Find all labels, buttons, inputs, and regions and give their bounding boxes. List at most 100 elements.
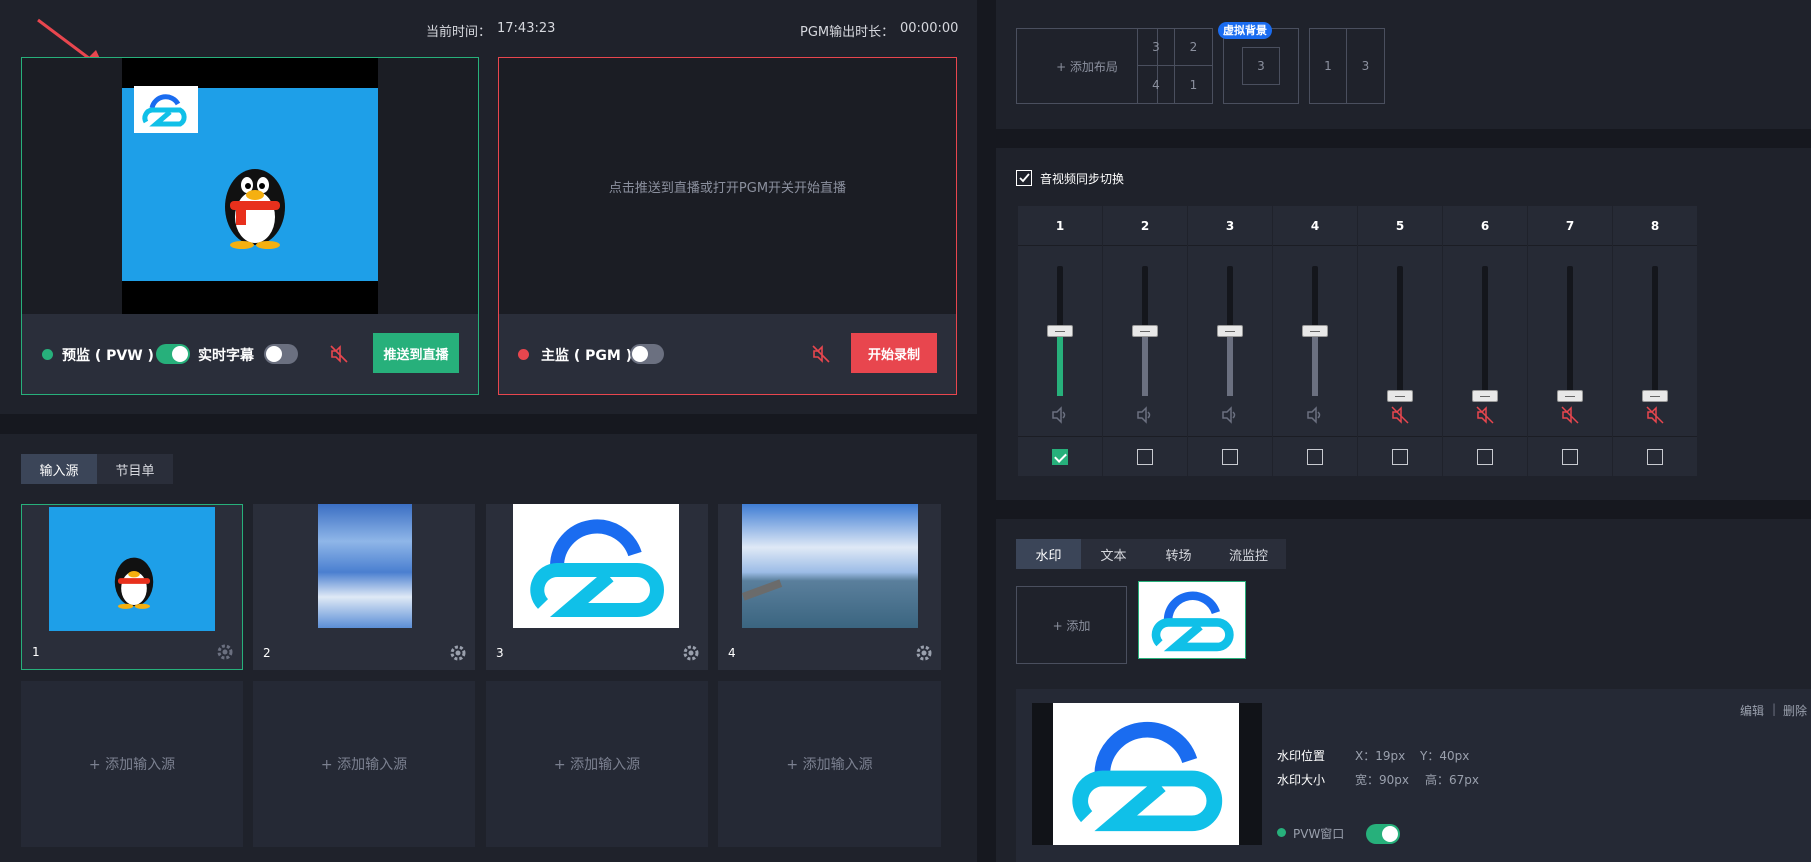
channel-select xyxy=(1103,436,1187,476)
tab-watermark[interactable]: 水印 xyxy=(1016,539,1081,569)
source-thumbnail xyxy=(513,504,679,628)
muted-speaker-icon[interactable] xyxy=(1476,406,1494,424)
start-recording-button[interactable]: 开始录制 xyxy=(851,333,937,373)
channel-checkbox[interactable] xyxy=(1137,448,1153,465)
volume-fader[interactable] xyxy=(1387,390,1413,402)
layout-cell: 2 xyxy=(1174,28,1213,66)
channel-checkbox[interactable] xyxy=(1647,448,1663,465)
delete-link[interactable]: 删除 xyxy=(1783,702,1807,719)
channel-checkbox[interactable] xyxy=(1052,448,1068,465)
volume-fader[interactable] xyxy=(1557,390,1583,402)
preview-video xyxy=(122,58,378,315)
channel-number: 6 xyxy=(1443,206,1527,246)
mixer-channel: 5 xyxy=(1358,206,1442,476)
speaker-icon[interactable] xyxy=(1221,406,1239,424)
program-toggle[interactable] xyxy=(630,344,664,364)
channel-select xyxy=(1188,436,1272,476)
watermark-size-label: 水印大小 xyxy=(1277,773,1326,787)
tab-input-sources[interactable]: 输入源 xyxy=(21,454,97,484)
layout-virtual-background[interactable]: 3 xyxy=(1223,28,1299,104)
gear-icon[interactable] xyxy=(682,644,700,662)
tab-stream-monitor[interactable]: 流监控 xyxy=(1211,539,1286,569)
tab-program-list[interactable]: 节目单 xyxy=(97,454,173,484)
preview-toggle[interactable] xyxy=(156,344,190,364)
watermark-width: 宽：90px xyxy=(1355,773,1409,787)
source-card[interactable]: 4 xyxy=(718,504,941,670)
pgm-duration-label: PGM输出时长： xyxy=(800,25,895,40)
cloud-watermark-icon xyxy=(134,86,198,133)
channel-checkbox[interactable] xyxy=(1222,448,1238,465)
source-card[interactable]: 2 xyxy=(253,504,475,670)
mixer-channel: 2 xyxy=(1103,206,1187,476)
add-input-source-button[interactable]: + 添加输入源 xyxy=(718,681,941,847)
channel-select xyxy=(1358,436,1442,476)
volume-track xyxy=(1557,266,1583,402)
add-input-source-button[interactable]: + 添加输入源 xyxy=(486,681,708,847)
speaker-icon[interactable] xyxy=(1306,406,1324,424)
volume-fader[interactable] xyxy=(1217,325,1243,337)
source-thumbnail xyxy=(49,507,215,631)
add-input-source-button[interactable]: + 添加输入源 xyxy=(253,681,475,847)
mixer-channel: 1 xyxy=(1018,206,1102,476)
volume-track xyxy=(1217,266,1243,396)
subtitle-toggle[interactable] xyxy=(264,344,298,364)
program-control-bar: 主监 ( PGM ) 开始录制 xyxy=(499,314,956,394)
volume-fader[interactable] xyxy=(1302,325,1328,337)
mixer-channel: 3 xyxy=(1188,206,1272,476)
preview-monitor[interactable]: 预监 ( PVW ) 实时字幕 推送到直播 xyxy=(21,57,479,395)
gear-icon[interactable] xyxy=(216,643,234,661)
volume-fader[interactable] xyxy=(1642,390,1668,402)
speaker-icon[interactable] xyxy=(1136,406,1154,424)
add-watermark-button[interactable]: + 添加 xyxy=(1016,586,1127,664)
watermark-position-label: 水印位置 xyxy=(1277,749,1326,763)
mute-speaker-icon[interactable] xyxy=(812,345,830,363)
muted-speaker-icon[interactable] xyxy=(1561,406,1579,424)
channel-number: 3 xyxy=(1188,206,1272,246)
volume-level xyxy=(1312,331,1318,396)
watermark-thumbnail[interactable] xyxy=(1138,581,1246,659)
channel-checkbox[interactable] xyxy=(1477,448,1493,465)
push-to-live-button[interactable]: 推送到直播 xyxy=(373,333,459,373)
channel-checkbox[interactable] xyxy=(1562,448,1578,465)
mute-speaker-icon[interactable] xyxy=(330,345,348,363)
source-number: 4 xyxy=(728,646,736,660)
program-label: 主监 ( PGM ) xyxy=(541,348,633,364)
layout-cell: 1 xyxy=(1174,65,1213,104)
add-input-source-button[interactable]: + 添加输入源 xyxy=(21,681,243,847)
volume-fader[interactable] xyxy=(1132,325,1158,337)
volume-track xyxy=(1642,266,1668,402)
speaker-icon[interactable] xyxy=(1051,406,1069,424)
volume-track xyxy=(1047,266,1073,396)
current-time-label: 当前时间： xyxy=(426,25,492,40)
channel-checkbox[interactable] xyxy=(1307,448,1323,465)
channel-select xyxy=(1443,436,1527,476)
volume-fader[interactable] xyxy=(1047,325,1073,337)
volume-track xyxy=(1387,266,1413,402)
pvw-window-toggle[interactable] xyxy=(1366,824,1400,844)
tab-text[interactable]: 文本 xyxy=(1081,539,1146,569)
volume-fader[interactable] xyxy=(1472,390,1498,402)
gear-icon[interactable] xyxy=(915,644,933,662)
source-card[interactable]: 3 xyxy=(486,504,708,670)
layout-cell: 3 xyxy=(1137,28,1175,66)
av-sync-checkbox[interactable] xyxy=(1016,170,1032,186)
virtual-background-badge: 虚拟背景 xyxy=(1218,22,1272,39)
channel-number: 5 xyxy=(1358,206,1442,246)
source-number: 1 xyxy=(32,645,40,659)
source-card[interactable]: 1 xyxy=(21,504,243,670)
program-monitor[interactable]: 点击推送到直播或打开PGM开关开始直播 主监 ( PGM ) 开始录制 xyxy=(498,57,957,395)
edit-link[interactable]: 编辑 xyxy=(1740,702,1764,719)
mixer-channel: 8 xyxy=(1613,206,1697,476)
muted-speaker-icon[interactable] xyxy=(1646,406,1664,424)
muted-speaker-icon[interactable] xyxy=(1391,406,1409,424)
layout-grid-4[interactable]: 3 2 4 1 xyxy=(1137,28,1213,104)
subtitle-label: 实时字幕 xyxy=(198,348,254,364)
pvw-window-label: PVW窗口 xyxy=(1293,827,1345,841)
volume-level xyxy=(1142,331,1148,396)
source-number: 2 xyxy=(263,646,271,660)
layout-split-2[interactable]: 1 3 xyxy=(1309,28,1385,104)
pgm-duration: 00:00:00 xyxy=(900,21,959,36)
channel-checkbox[interactable] xyxy=(1392,448,1408,465)
tab-transition[interactable]: 转场 xyxy=(1146,539,1211,569)
gear-icon[interactable] xyxy=(449,644,467,662)
